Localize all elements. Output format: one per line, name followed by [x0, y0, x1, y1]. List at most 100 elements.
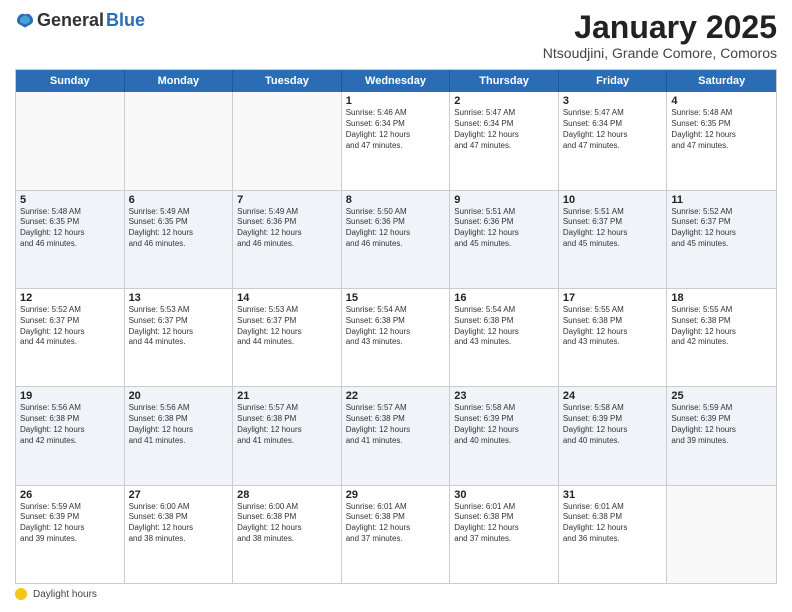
table-row: 18Sunrise: 5:55 AMSunset: 6:38 PMDayligh… — [667, 289, 776, 386]
day-number: 5 — [20, 194, 120, 206]
daylight-icon — [15, 588, 27, 600]
title-section: January 2025 Ntsoudjini, Grande Comore, … — [543, 10, 777, 61]
cell-details: Sunrise: 5:55 AMSunset: 6:38 PMDaylight:… — [563, 305, 663, 348]
table-row: 8Sunrise: 5:50 AMSunset: 6:36 PMDaylight… — [342, 191, 451, 288]
cell-details: Sunrise: 5:59 AMSunset: 6:39 PMDaylight:… — [671, 403, 772, 446]
day-number: 26 — [20, 489, 120, 501]
table-row: 25Sunrise: 5:59 AMSunset: 6:39 PMDayligh… — [667, 387, 776, 484]
day-number: 21 — [237, 390, 337, 402]
table-row: 15Sunrise: 5:54 AMSunset: 6:38 PMDayligh… — [342, 289, 451, 386]
table-row: 14Sunrise: 5:53 AMSunset: 6:37 PMDayligh… — [233, 289, 342, 386]
day-number: 23 — [454, 390, 554, 402]
table-row: 31Sunrise: 6:01 AMSunset: 6:38 PMDayligh… — [559, 486, 668, 583]
table-row: 22Sunrise: 5:57 AMSunset: 6:38 PMDayligh… — [342, 387, 451, 484]
cell-details: Sunrise: 5:51 AMSunset: 6:36 PMDaylight:… — [454, 207, 554, 250]
table-row — [125, 92, 234, 189]
day-number: 24 — [563, 390, 663, 402]
cell-details: Sunrise: 6:00 AMSunset: 6:38 PMDaylight:… — [129, 502, 229, 545]
day-number: 15 — [346, 292, 446, 304]
table-row: 27Sunrise: 6:00 AMSunset: 6:38 PMDayligh… — [125, 486, 234, 583]
table-row: 28Sunrise: 6:00 AMSunset: 6:38 PMDayligh… — [233, 486, 342, 583]
header-cell-wednesday: Wednesday — [342, 70, 451, 92]
calendar-row-5: 26Sunrise: 5:59 AMSunset: 6:39 PMDayligh… — [16, 486, 776, 583]
cell-details: Sunrise: 6:01 AMSunset: 6:38 PMDaylight:… — [346, 502, 446, 545]
cell-details: Sunrise: 5:56 AMSunset: 6:38 PMDaylight:… — [20, 403, 120, 446]
cell-details: Sunrise: 5:54 AMSunset: 6:38 PMDaylight:… — [454, 305, 554, 348]
day-number: 28 — [237, 489, 337, 501]
table-row: 17Sunrise: 5:55 AMSunset: 6:38 PMDayligh… — [559, 289, 668, 386]
cell-details: Sunrise: 5:52 AMSunset: 6:37 PMDaylight:… — [20, 305, 120, 348]
cell-details: Sunrise: 5:58 AMSunset: 6:39 PMDaylight:… — [454, 403, 554, 446]
day-number: 20 — [129, 390, 229, 402]
cell-details: Sunrise: 6:00 AMSunset: 6:38 PMDaylight:… — [237, 502, 337, 545]
day-number: 27 — [129, 489, 229, 501]
table-row: 5Sunrise: 5:48 AMSunset: 6:35 PMDaylight… — [16, 191, 125, 288]
cell-details: Sunrise: 5:53 AMSunset: 6:37 PMDaylight:… — [129, 305, 229, 348]
footer-label: Daylight hours — [33, 589, 97, 600]
table-row: 7Sunrise: 5:49 AMSunset: 6:36 PMDaylight… — [233, 191, 342, 288]
cell-details: Sunrise: 5:57 AMSunset: 6:38 PMDaylight:… — [346, 403, 446, 446]
day-number: 25 — [671, 390, 772, 402]
table-row: 24Sunrise: 5:58 AMSunset: 6:39 PMDayligh… — [559, 387, 668, 484]
day-number: 10 — [563, 194, 663, 206]
day-number: 4 — [671, 95, 772, 107]
cell-details: Sunrise: 5:59 AMSunset: 6:39 PMDaylight:… — [20, 502, 120, 545]
table-row: 16Sunrise: 5:54 AMSunset: 6:38 PMDayligh… — [450, 289, 559, 386]
cell-details: Sunrise: 5:56 AMSunset: 6:38 PMDaylight:… — [129, 403, 229, 446]
table-row: 9Sunrise: 5:51 AMSunset: 6:36 PMDaylight… — [450, 191, 559, 288]
header-cell-saturday: Saturday — [667, 70, 776, 92]
cell-details: Sunrise: 5:49 AMSunset: 6:35 PMDaylight:… — [129, 207, 229, 250]
calendar-row-4: 19Sunrise: 5:56 AMSunset: 6:38 PMDayligh… — [16, 387, 776, 485]
calendar-row-3: 12Sunrise: 5:52 AMSunset: 6:37 PMDayligh… — [16, 289, 776, 387]
day-number: 31 — [563, 489, 663, 501]
day-number: 14 — [237, 292, 337, 304]
subtitle: Ntsoudjini, Grande Comore, Comoros — [543, 45, 777, 61]
cell-details: Sunrise: 5:54 AMSunset: 6:38 PMDaylight:… — [346, 305, 446, 348]
header-cell-monday: Monday — [125, 70, 234, 92]
day-number: 19 — [20, 390, 120, 402]
table-row: 30Sunrise: 6:01 AMSunset: 6:38 PMDayligh… — [450, 486, 559, 583]
day-number: 22 — [346, 390, 446, 402]
day-number: 9 — [454, 194, 554, 206]
cell-details: Sunrise: 5:47 AMSunset: 6:34 PMDaylight:… — [454, 108, 554, 151]
table-row: 10Sunrise: 5:51 AMSunset: 6:37 PMDayligh… — [559, 191, 668, 288]
day-number: 6 — [129, 194, 229, 206]
day-number: 3 — [563, 95, 663, 107]
logo: General Blue — [15, 10, 145, 31]
cell-details: Sunrise: 5:58 AMSunset: 6:39 PMDaylight:… — [563, 403, 663, 446]
calendar-row-1: 1Sunrise: 5:46 AMSunset: 6:34 PMDaylight… — [16, 92, 776, 190]
calendar-header: SundayMondayTuesdayWednesdayThursdayFrid… — [16, 70, 776, 92]
day-number: 18 — [671, 292, 772, 304]
footer: Daylight hours — [15, 584, 777, 602]
page: General Blue January 2025 Ntsoudjini, Gr… — [0, 0, 792, 612]
table-row — [667, 486, 776, 583]
calendar-row-2: 5Sunrise: 5:48 AMSunset: 6:35 PMDaylight… — [16, 191, 776, 289]
header-cell-sunday: Sunday — [16, 70, 125, 92]
table-row: 23Sunrise: 5:58 AMSunset: 6:39 PMDayligh… — [450, 387, 559, 484]
calendar-body: 1Sunrise: 5:46 AMSunset: 6:34 PMDaylight… — [16, 92, 776, 583]
table-row: 3Sunrise: 5:47 AMSunset: 6:34 PMDaylight… — [559, 92, 668, 189]
table-row: 2Sunrise: 5:47 AMSunset: 6:34 PMDaylight… — [450, 92, 559, 189]
day-number: 11 — [671, 194, 772, 206]
header-cell-tuesday: Tuesday — [233, 70, 342, 92]
day-number: 7 — [237, 194, 337, 206]
table-row: 1Sunrise: 5:46 AMSunset: 6:34 PMDaylight… — [342, 92, 451, 189]
cell-details: Sunrise: 5:49 AMSunset: 6:36 PMDaylight:… — [237, 207, 337, 250]
day-number: 30 — [454, 489, 554, 501]
table-row: 29Sunrise: 6:01 AMSunset: 6:38 PMDayligh… — [342, 486, 451, 583]
cell-details: Sunrise: 6:01 AMSunset: 6:38 PMDaylight:… — [563, 502, 663, 545]
day-number: 1 — [346, 95, 446, 107]
table-row — [16, 92, 125, 189]
table-row: 20Sunrise: 5:56 AMSunset: 6:38 PMDayligh… — [125, 387, 234, 484]
cell-details: Sunrise: 5:57 AMSunset: 6:38 PMDaylight:… — [237, 403, 337, 446]
header: General Blue January 2025 Ntsoudjini, Gr… — [15, 10, 777, 61]
day-number: 8 — [346, 194, 446, 206]
table-row: 4Sunrise: 5:48 AMSunset: 6:35 PMDaylight… — [667, 92, 776, 189]
cell-details: Sunrise: 5:55 AMSunset: 6:38 PMDaylight:… — [671, 305, 772, 348]
table-row: 21Sunrise: 5:57 AMSunset: 6:38 PMDayligh… — [233, 387, 342, 484]
header-cell-friday: Friday — [559, 70, 668, 92]
table-row — [233, 92, 342, 189]
cell-details: Sunrise: 5:53 AMSunset: 6:37 PMDaylight:… — [237, 305, 337, 348]
table-row: 13Sunrise: 5:53 AMSunset: 6:37 PMDayligh… — [125, 289, 234, 386]
day-number: 17 — [563, 292, 663, 304]
